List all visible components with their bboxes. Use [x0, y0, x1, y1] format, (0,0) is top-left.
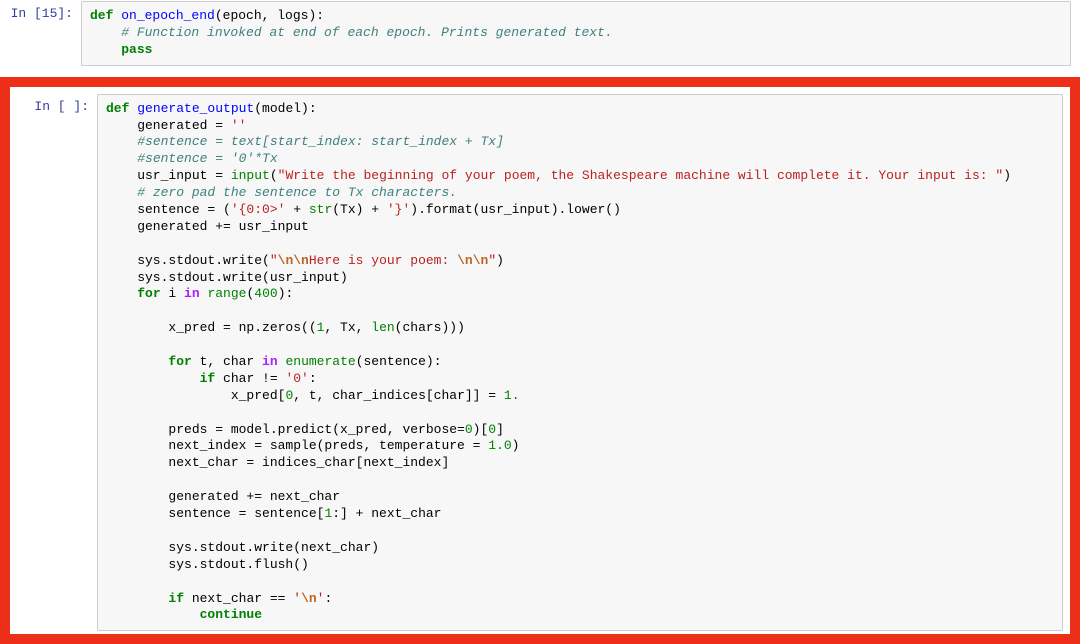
- input-prompt: In [ ]:: [17, 94, 97, 632]
- code-cell: In [ ]: def generate_output(model): gene…: [16, 93, 1064, 633]
- highlight-box: In [ ]: def generate_output(model): gene…: [0, 77, 1080, 644]
- code-cell: In [15]: def on_epoch_end(epoch, logs): …: [0, 0, 1072, 67]
- code-editor[interactable]: def on_epoch_end(epoch, logs): # Functio…: [81, 1, 1071, 66]
- code-content[interactable]: def on_epoch_end(epoch, logs): # Functio…: [90, 8, 1062, 59]
- code-editor[interactable]: def generate_output(model): generated = …: [97, 94, 1063, 632]
- input-prompt: In [15]:: [1, 1, 81, 66]
- code-content[interactable]: def generate_output(model): generated = …: [106, 101, 1054, 625]
